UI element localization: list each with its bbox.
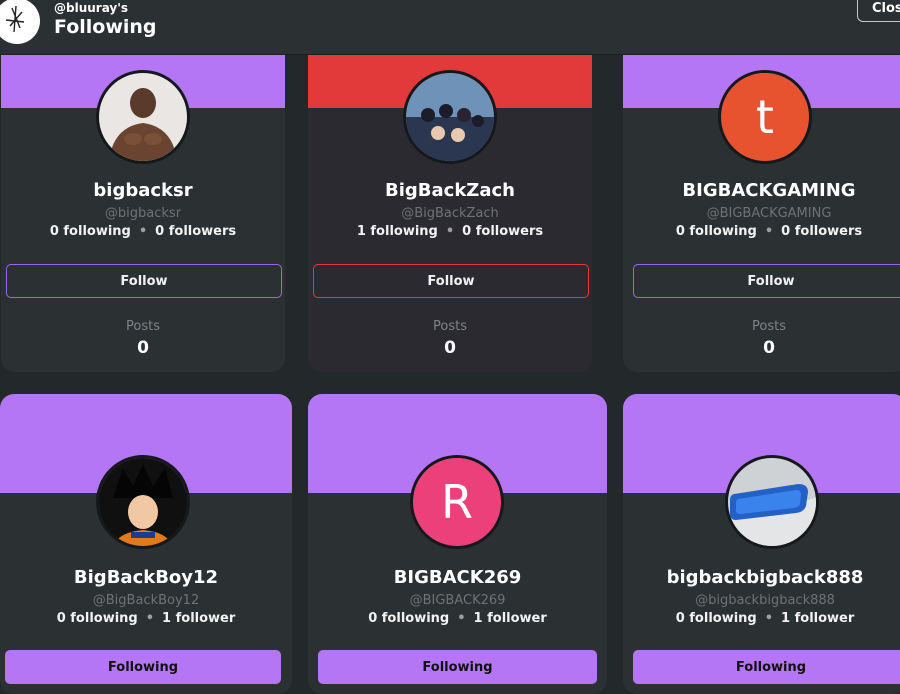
card-handle: @BigBackBoy12 — [92, 593, 200, 608]
card-name[interactable]: bigbacksr — [1, 180, 285, 201]
followers-count[interactable]: 0 followers — [462, 224, 543, 239]
follow-button[interactable]: Follow — [313, 264, 589, 298]
blue-phone-case-photo-icon — [728, 458, 816, 546]
following-count[interactable]: 0 following — [368, 611, 449, 626]
user-card: t BIGBACKGAMING @BIGBACKGAMING 0 followi… — [623, 54, 900, 372]
user-avatar[interactable] — [0, 0, 40, 44]
following-button[interactable]: Following — [633, 650, 900, 684]
card-stats: 1 following • 0 followers — [356, 224, 544, 239]
following-count[interactable]: 1 following — [357, 224, 438, 239]
header-subtitle: @bluuray's — [54, 1, 129, 15]
followers-count[interactable]: 1 follower — [474, 611, 547, 626]
user-card: bigbacksr @bigbacksr 0 following • 0 follo… — [1, 54, 285, 372]
user-card: bigbackbigback888 @bigbackbigback888 0 f… — [623, 394, 900, 694]
following-button[interactable]: Following — [5, 650, 281, 684]
card-handle: @BigBackZach — [401, 206, 499, 221]
close-button[interactable]: Close — [857, 0, 900, 22]
posts-count: 0 — [137, 338, 149, 358]
following-count[interactable]: 0 following — [50, 224, 131, 239]
avatar[interactable] — [403, 70, 497, 164]
avatar[interactable]: R — [410, 455, 504, 549]
posts-label: Posts — [752, 319, 786, 334]
card-name[interactable]: BigBackBoy12 — [0, 567, 292, 588]
card-handle: @BIGBACK269 — [409, 593, 506, 608]
following-count[interactable]: 0 following — [676, 224, 757, 239]
page-title: Following — [54, 16, 157, 38]
card-handle: @BIGBACKGAMING — [706, 206, 832, 221]
anime-group-photo-icon — [406, 73, 494, 161]
card-name[interactable]: BIGBACK269 — [308, 567, 607, 588]
followers-count[interactable]: 1 follower — [781, 611, 854, 626]
follow-button[interactable]: Follow — [633, 264, 900, 298]
card-stats: 0 following • 1 follower — [56, 611, 236, 626]
user-card: BigBackBoy12 @BigBackBoy12 0 following • 1… — [0, 394, 292, 694]
followers-count[interactable]: 0 followers — [155, 224, 236, 239]
user-card: R BIGBACK269 @BIGBACK269 0 following • 1 f… — [308, 394, 607, 694]
posts-label: Posts — [433, 319, 467, 334]
avatar[interactable]: t — [718, 70, 812, 164]
card-stats: 0 following • 0 followers — [49, 224, 237, 239]
shirtless-man-photo-icon — [99, 73, 187, 161]
follow-button[interactable]: Follow — [6, 264, 282, 298]
posts-count: 0 — [763, 338, 775, 358]
avatar-letter: t — [721, 73, 809, 161]
posts-count: 0 — [444, 338, 456, 358]
posts-label: Posts — [126, 319, 160, 334]
avatar[interactable] — [96, 70, 190, 164]
header: @bluuray's Following Close — [0, 0, 900, 55]
card-name[interactable]: bigbackbigback888 — [623, 567, 900, 588]
avatar-letter: R — [413, 458, 501, 546]
card-stats: 0 following • 0 followers — [675, 224, 863, 239]
following-count[interactable]: 0 following — [676, 611, 757, 626]
anime-character-photo-icon — [99, 458, 187, 546]
avatar[interactable] — [725, 455, 819, 549]
following-button[interactable]: Following — [318, 650, 597, 684]
card-handle: @bigbackbigback888 — [695, 593, 835, 608]
user-card: BigBackZach @BigBackZach 1 following • 0 f… — [308, 54, 592, 372]
card-stats: 0 following • 1 follower — [368, 611, 547, 626]
card-stats: 0 following • 1 follower — [675, 611, 855, 626]
card-name[interactable]: BIGBACKGAMING — [627, 180, 900, 201]
avatar[interactable] — [96, 455, 190, 549]
followers-count[interactable]: 0 followers — [781, 224, 862, 239]
card-name[interactable]: BigBackZach — [308, 180, 592, 201]
followers-count[interactable]: 1 follower — [162, 611, 235, 626]
following-count[interactable]: 0 following — [57, 611, 138, 626]
card-handle: @bigbacksr — [104, 206, 182, 221]
